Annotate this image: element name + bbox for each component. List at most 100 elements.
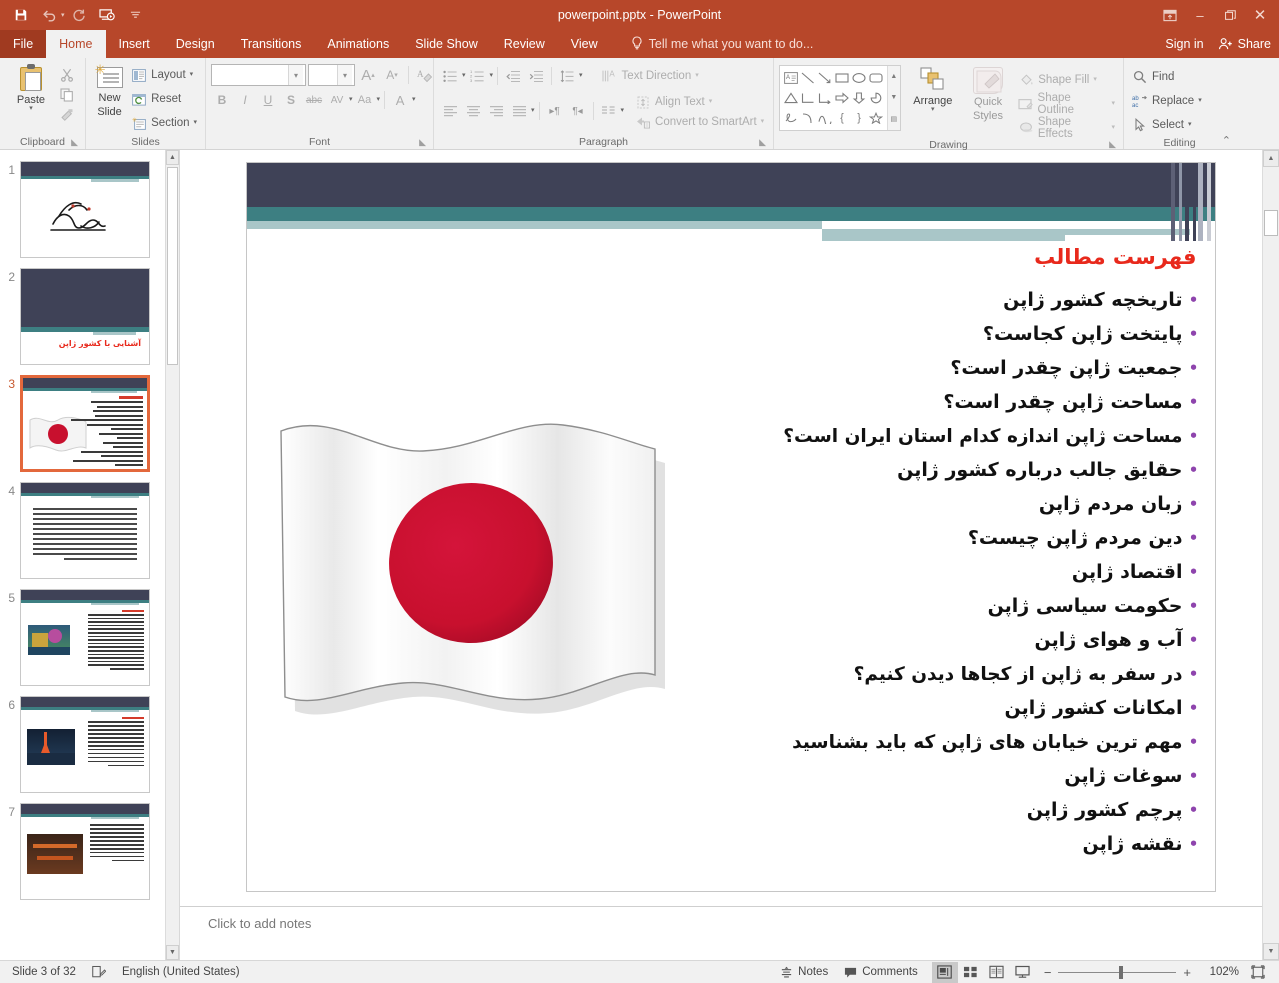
line-spacing-dropdown-icon[interactable]: ▾: [579, 73, 583, 79]
arrange-button[interactable]: Arrange ▾: [905, 65, 961, 113]
save-icon[interactable]: [8, 3, 34, 27]
shape-outline-dropdown-icon[interactable]: ▾: [1111, 101, 1115, 107]
justify-button[interactable]: [508, 101, 530, 122]
slide-thumbnail-pane[interactable]: 1: [0, 150, 180, 960]
undo-icon[interactable]: [36, 3, 62, 27]
thumbnail-card[interactable]: [20, 696, 150, 793]
scroll-down-icon[interactable]: ▼: [1263, 943, 1279, 960]
shape-effects-button[interactable]: Shape Effects ▾: [1015, 117, 1118, 139]
tab-insert[interactable]: Insert: [106, 30, 163, 58]
shapes-gallery[interactable]: A {: [779, 65, 901, 131]
thumbnail-card[interactable]: [20, 589, 150, 686]
slide-toc-title[interactable]: فهرست مطالب: [1034, 245, 1196, 269]
change-case-button[interactable]: Aa: [354, 89, 376, 111]
toc-bullet-item[interactable]: •حکومت سیاسی ژاپن: [685, 589, 1205, 623]
tab-file[interactable]: File: [0, 30, 46, 58]
toc-bullet-item[interactable]: •زبان مردم ژاپن: [685, 487, 1205, 521]
shape-arc-icon[interactable]: [816, 108, 833, 128]
thumbnail-card[interactable]: [20, 161, 150, 258]
convert-to-smartart-button[interactable]: Convert to SmartArt ▾: [632, 112, 767, 132]
zoom-out-button[interactable]: −: [1044, 965, 1052, 980]
toc-bullet-item[interactable]: •در سفر به ژاپن از کجاها دیدن کنیم؟: [685, 657, 1205, 691]
section-dropdown-icon[interactable]: ▾: [193, 120, 197, 126]
tab-design[interactable]: Design: [163, 30, 228, 58]
shape-curve-icon[interactable]: [799, 108, 816, 128]
shape-arrow-icon[interactable]: [816, 68, 833, 88]
columns-dropdown-icon[interactable]: ▾: [621, 108, 625, 114]
ltr-direction-button[interactable]: ▸¶: [544, 101, 566, 122]
quick-styles-button[interactable]: Quick Styles: [965, 65, 1011, 122]
sign-in-button[interactable]: Sign in: [1165, 37, 1203, 51]
font-size-input[interactable]: ▾: [308, 64, 355, 86]
shape-pie-icon[interactable]: [868, 88, 885, 108]
font-color-dropdown-icon[interactable]: ▾: [412, 97, 416, 103]
format-painter-icon[interactable]: [57, 105, 77, 124]
tab-home[interactable]: Home: [46, 30, 105, 58]
normal-view-button[interactable]: [932, 962, 958, 983]
shapes-gallery-scrollbar[interactable]: ▲ ▼ ▤: [887, 66, 900, 130]
scroll-up-icon[interactable]: ▲: [1263, 150, 1279, 167]
minimize-button[interactable]: –: [1185, 1, 1215, 29]
thumbnail-scroll-down-icon[interactable]: ▼: [166, 945, 179, 960]
font-color-button[interactable]: A: [389, 89, 411, 111]
slide-toc-list[interactable]: •تاریخچه کشور ژاپن •پایتخت ژاپن کجاست؟ •…: [685, 283, 1205, 861]
numbering-button[interactable]: 123: [467, 66, 489, 87]
zoom-percent[interactable]: 102%: [1199, 966, 1239, 978]
font-dialog-launcher[interactable]: ◣: [419, 137, 426, 148]
cut-icon[interactable]: [57, 65, 77, 84]
clipboard-dialog-launcher[interactable]: ◣: [71, 137, 78, 148]
shape-elbow-connector-icon[interactable]: [799, 88, 816, 108]
rtl-direction-button[interactable]: ¶◂: [567, 101, 589, 122]
arrange-dropdown-icon[interactable]: ▾: [931, 107, 935, 113]
shape-triangle-icon[interactable]: [782, 88, 799, 108]
toc-bullet-item[interactable]: •مساحت ژاپن چقدر است؟: [685, 385, 1205, 419]
line-spacing-button[interactable]: [556, 66, 578, 87]
tab-view[interactable]: View: [558, 30, 611, 58]
section-button[interactable]: ✳ Section ▾: [128, 112, 200, 134]
shape-textbox-icon[interactable]: A: [782, 68, 799, 88]
font-size-dropdown-icon[interactable]: ▾: [337, 65, 352, 85]
shapes-scroll-down-icon[interactable]: ▼: [888, 87, 900, 108]
collapse-ribbon-button[interactable]: ⌃: [1222, 134, 1231, 147]
text-direction-dropdown-icon[interactable]: ▾: [695, 73, 699, 79]
bold-button[interactable]: B: [211, 89, 233, 111]
copy-icon[interactable]: [57, 85, 77, 104]
shape-down-arrow-icon[interactable]: [851, 88, 868, 108]
thumbnail-card[interactable]: [20, 375, 150, 472]
text-direction-button[interactable]: A Text Direction ▾: [599, 65, 702, 87]
thumbnail-slide-7[interactable]: 7: [0, 798, 179, 905]
comments-toggle-button[interactable]: Comments: [836, 966, 926, 979]
shape-fill-dropdown-icon[interactable]: ▾: [1093, 77, 1097, 83]
shape-fill-button[interactable]: Shape Fill ▾: [1015, 69, 1118, 91]
toc-bullet-item[interactable]: •مهم ترین خیابان های ژاپن که باید بشناسی…: [685, 725, 1205, 759]
start-slideshow-icon[interactable]: [95, 3, 121, 27]
font-name-dropdown-icon[interactable]: ▾: [288, 65, 303, 85]
toc-bullet-item[interactable]: •جمعیت ژاپن چقدر است؟: [685, 351, 1205, 385]
reset-button[interactable]: Reset: [128, 88, 200, 110]
shape-scribble-icon[interactable]: [782, 108, 799, 128]
japan-flag-image[interactable]: [263, 413, 703, 723]
slide-canvas[interactable]: فهرست مطالب •تاریخچه کشور ژاپن •پایتخت ژ…: [246, 162, 1216, 892]
shape-outline-button[interactable]: Shape Outline ▾: [1015, 93, 1118, 115]
select-dropdown-icon[interactable]: ▾: [1188, 122, 1192, 128]
tab-animations[interactable]: Animations: [314, 30, 402, 58]
shape-effects-dropdown-icon[interactable]: ▾: [1111, 125, 1115, 131]
font-name-input[interactable]: ▾: [211, 64, 306, 86]
align-text-button[interactable]: Align Text ▾: [632, 92, 767, 112]
thumbnail-card[interactable]: [20, 482, 150, 579]
share-button[interactable]: Share: [1218, 37, 1271, 51]
thumbnail-slide-4[interactable]: 4: [0, 477, 179, 584]
shapes-gallery-more-icon[interactable]: ▤: [888, 109, 900, 130]
toc-bullet-item[interactable]: •پرچم کشور ژاپن: [685, 793, 1205, 827]
align-right-button[interactable]: [485, 101, 507, 122]
redo-icon[interactable]: [67, 3, 93, 27]
thumbnail-slide-1[interactable]: 1: [0, 156, 179, 263]
zoom-slider[interactable]: − +: [1036, 965, 1199, 980]
layout-button[interactable]: Layout ▾: [128, 64, 200, 86]
decrease-indent-button[interactable]: [502, 66, 524, 87]
thumbnail-scroll-thumb[interactable]: [167, 167, 178, 365]
toc-bullet-item[interactable]: •تاریخچه کشور ژاپن: [685, 283, 1205, 317]
slide-counter[interactable]: Slide 3 of 32: [6, 961, 84, 983]
shape-left-brace-icon[interactable]: {: [833, 108, 850, 128]
shapes-scroll-up-icon[interactable]: ▲: [888, 66, 900, 87]
